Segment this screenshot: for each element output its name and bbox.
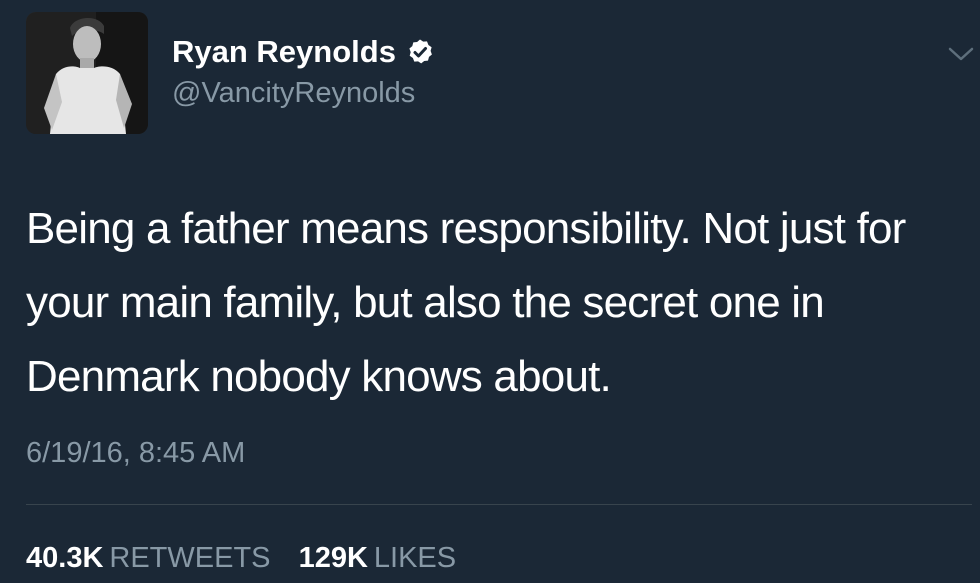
retweets-label: RETWEETS (109, 542, 271, 574)
tweet-text: Being a father means responsibility. Not… (26, 204, 906, 401)
name-row: Ryan Reynolds (172, 28, 434, 76)
tweet-card: Ryan Reynolds @VancityReynolds Being a f… (0, 0, 980, 583)
likes-stat[interactable]: 129K LIKES (299, 538, 457, 578)
avatar-photo (26, 12, 148, 134)
user-handle[interactable]: @VancityReynolds (172, 74, 415, 112)
verified-badge-icon (406, 38, 434, 66)
divider (26, 504, 972, 505)
retweets-count: 40.3K (26, 542, 104, 574)
display-name[interactable]: Ryan Reynolds (172, 28, 396, 76)
likes-count: 129K (298, 542, 368, 574)
tweet-timestamp[interactable]: 6/19/16, 8:45 AM (26, 433, 245, 473)
engagement-stats: 40.3K RETWEETS 129K LIKES (26, 538, 456, 578)
avatar[interactable] (26, 12, 148, 134)
likes-label: LIKES (373, 542, 457, 574)
chevron-down-icon[interactable] (946, 44, 976, 64)
retweets-stat[interactable]: 40.3K RETWEETS (26, 538, 271, 578)
